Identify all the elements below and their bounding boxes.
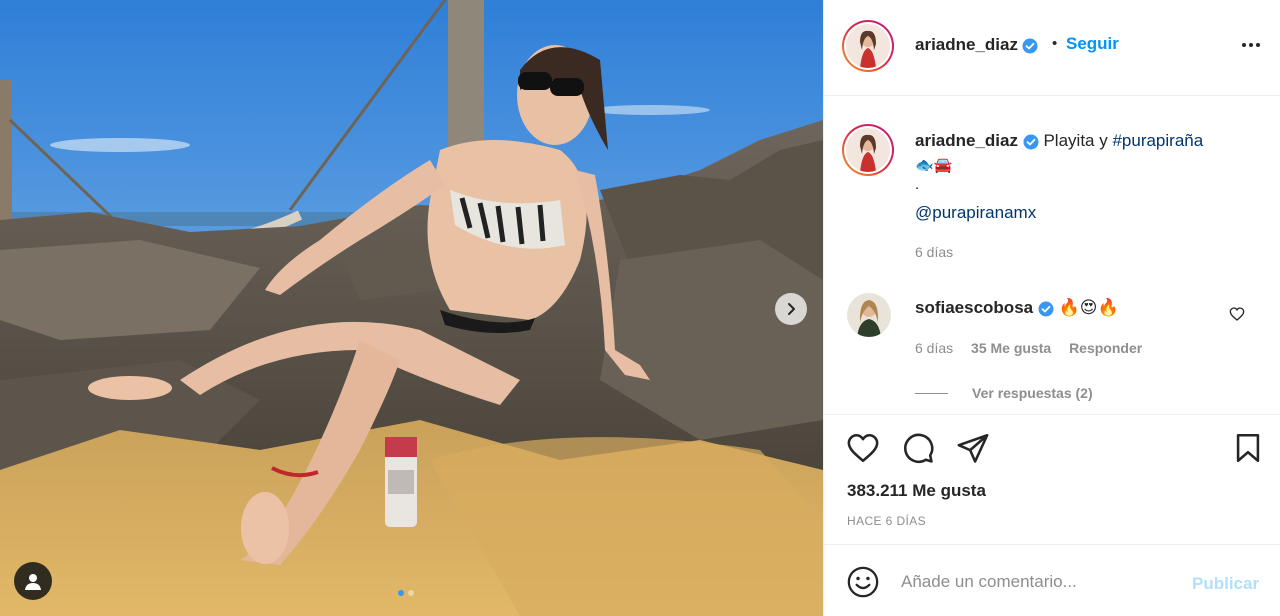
replies-divider [915,392,948,394]
publish-button[interactable]: Publicar [1192,574,1259,594]
add-comment-bar: Publicar [824,544,1280,616]
heart-icon [1229,307,1245,321]
caption-username[interactable]: ariadne_diaz [915,131,1018,150]
like-button[interactable] [846,431,880,470]
user-tags-button[interactable] [14,562,52,600]
emoji-smile-icon [847,566,879,598]
avatar-image [846,24,890,68]
caption-author-avatar[interactable] [842,124,894,176]
beach-photo [0,0,823,616]
save-button[interactable] [1231,431,1265,470]
comment-icon [904,433,934,463]
view-replies-label: Ver respuestas (2) [972,385,1093,401]
caption-emoji: 🐟🚘 [915,157,953,174]
avatar-image [846,128,890,172]
comment-timestamp[interactable]: 6 días [915,340,953,356]
comment-likes[interactable]: 35 Me gusta [971,340,1051,356]
post-likes-count[interactable]: 383.211 Me gusta [847,481,986,501]
more-options-button[interactable] [1240,34,1262,61]
reply-button[interactable]: Responder [1069,340,1142,356]
avatar-image [847,293,891,337]
caption-timestamp[interactable]: 6 días [915,244,953,260]
caption-dot: . [915,176,920,193]
comment-button[interactable] [901,431,935,470]
comment-like-button[interactable] [1229,306,1245,327]
follow-button[interactable]: Seguir [1066,34,1119,54]
save-bookmark-icon [1236,433,1260,463]
chevron-right-icon [788,303,795,315]
header-separator: • [1052,35,1058,52]
caption-mention[interactable]: @purapiranamx [915,203,1036,223]
carousel-indicator [398,590,414,596]
author-username[interactable]: ariadne_diaz [915,35,1018,54]
commenter-avatar[interactable] [847,293,891,337]
post-details-panel: ariadne_diaz • Seguir ariadne_diaz Playi… [823,0,1280,616]
carousel-dot-active [398,590,404,596]
heart-icon [847,433,879,463]
view-replies-button[interactable]: Ver respuestas (2) [915,385,1093,401]
caption-text: Playita y [1043,131,1113,150]
post-photo[interactable] [0,0,823,616]
post-actions: 383.211 Me gusta HACE 6 DÍAS [824,414,1280,544]
post-header: ariadne_diaz • Seguir [824,0,1280,96]
more-options-icon [1242,43,1260,47]
carousel-dot [408,590,414,596]
commenter-username[interactable]: sofiaescobosa [915,298,1033,317]
author-avatar[interactable] [842,20,894,72]
verified-badge-icon [1022,38,1038,54]
verified-badge-icon [1023,134,1039,150]
caption-hashtag[interactable]: #purapiraña [1112,131,1203,150]
comment-text: 🔥😍🔥 [1058,298,1119,317]
verified-badge-icon [1038,301,1054,317]
share-button[interactable] [956,431,990,470]
post-timestamp[interactable]: HACE 6 DÍAS [847,514,926,528]
next-photo-button[interactable] [775,293,807,325]
user-tag-icon [25,574,41,590]
emoji-picker-button[interactable] [846,565,880,604]
share-icon [957,433,989,463]
comment-input[interactable] [901,567,1181,597]
